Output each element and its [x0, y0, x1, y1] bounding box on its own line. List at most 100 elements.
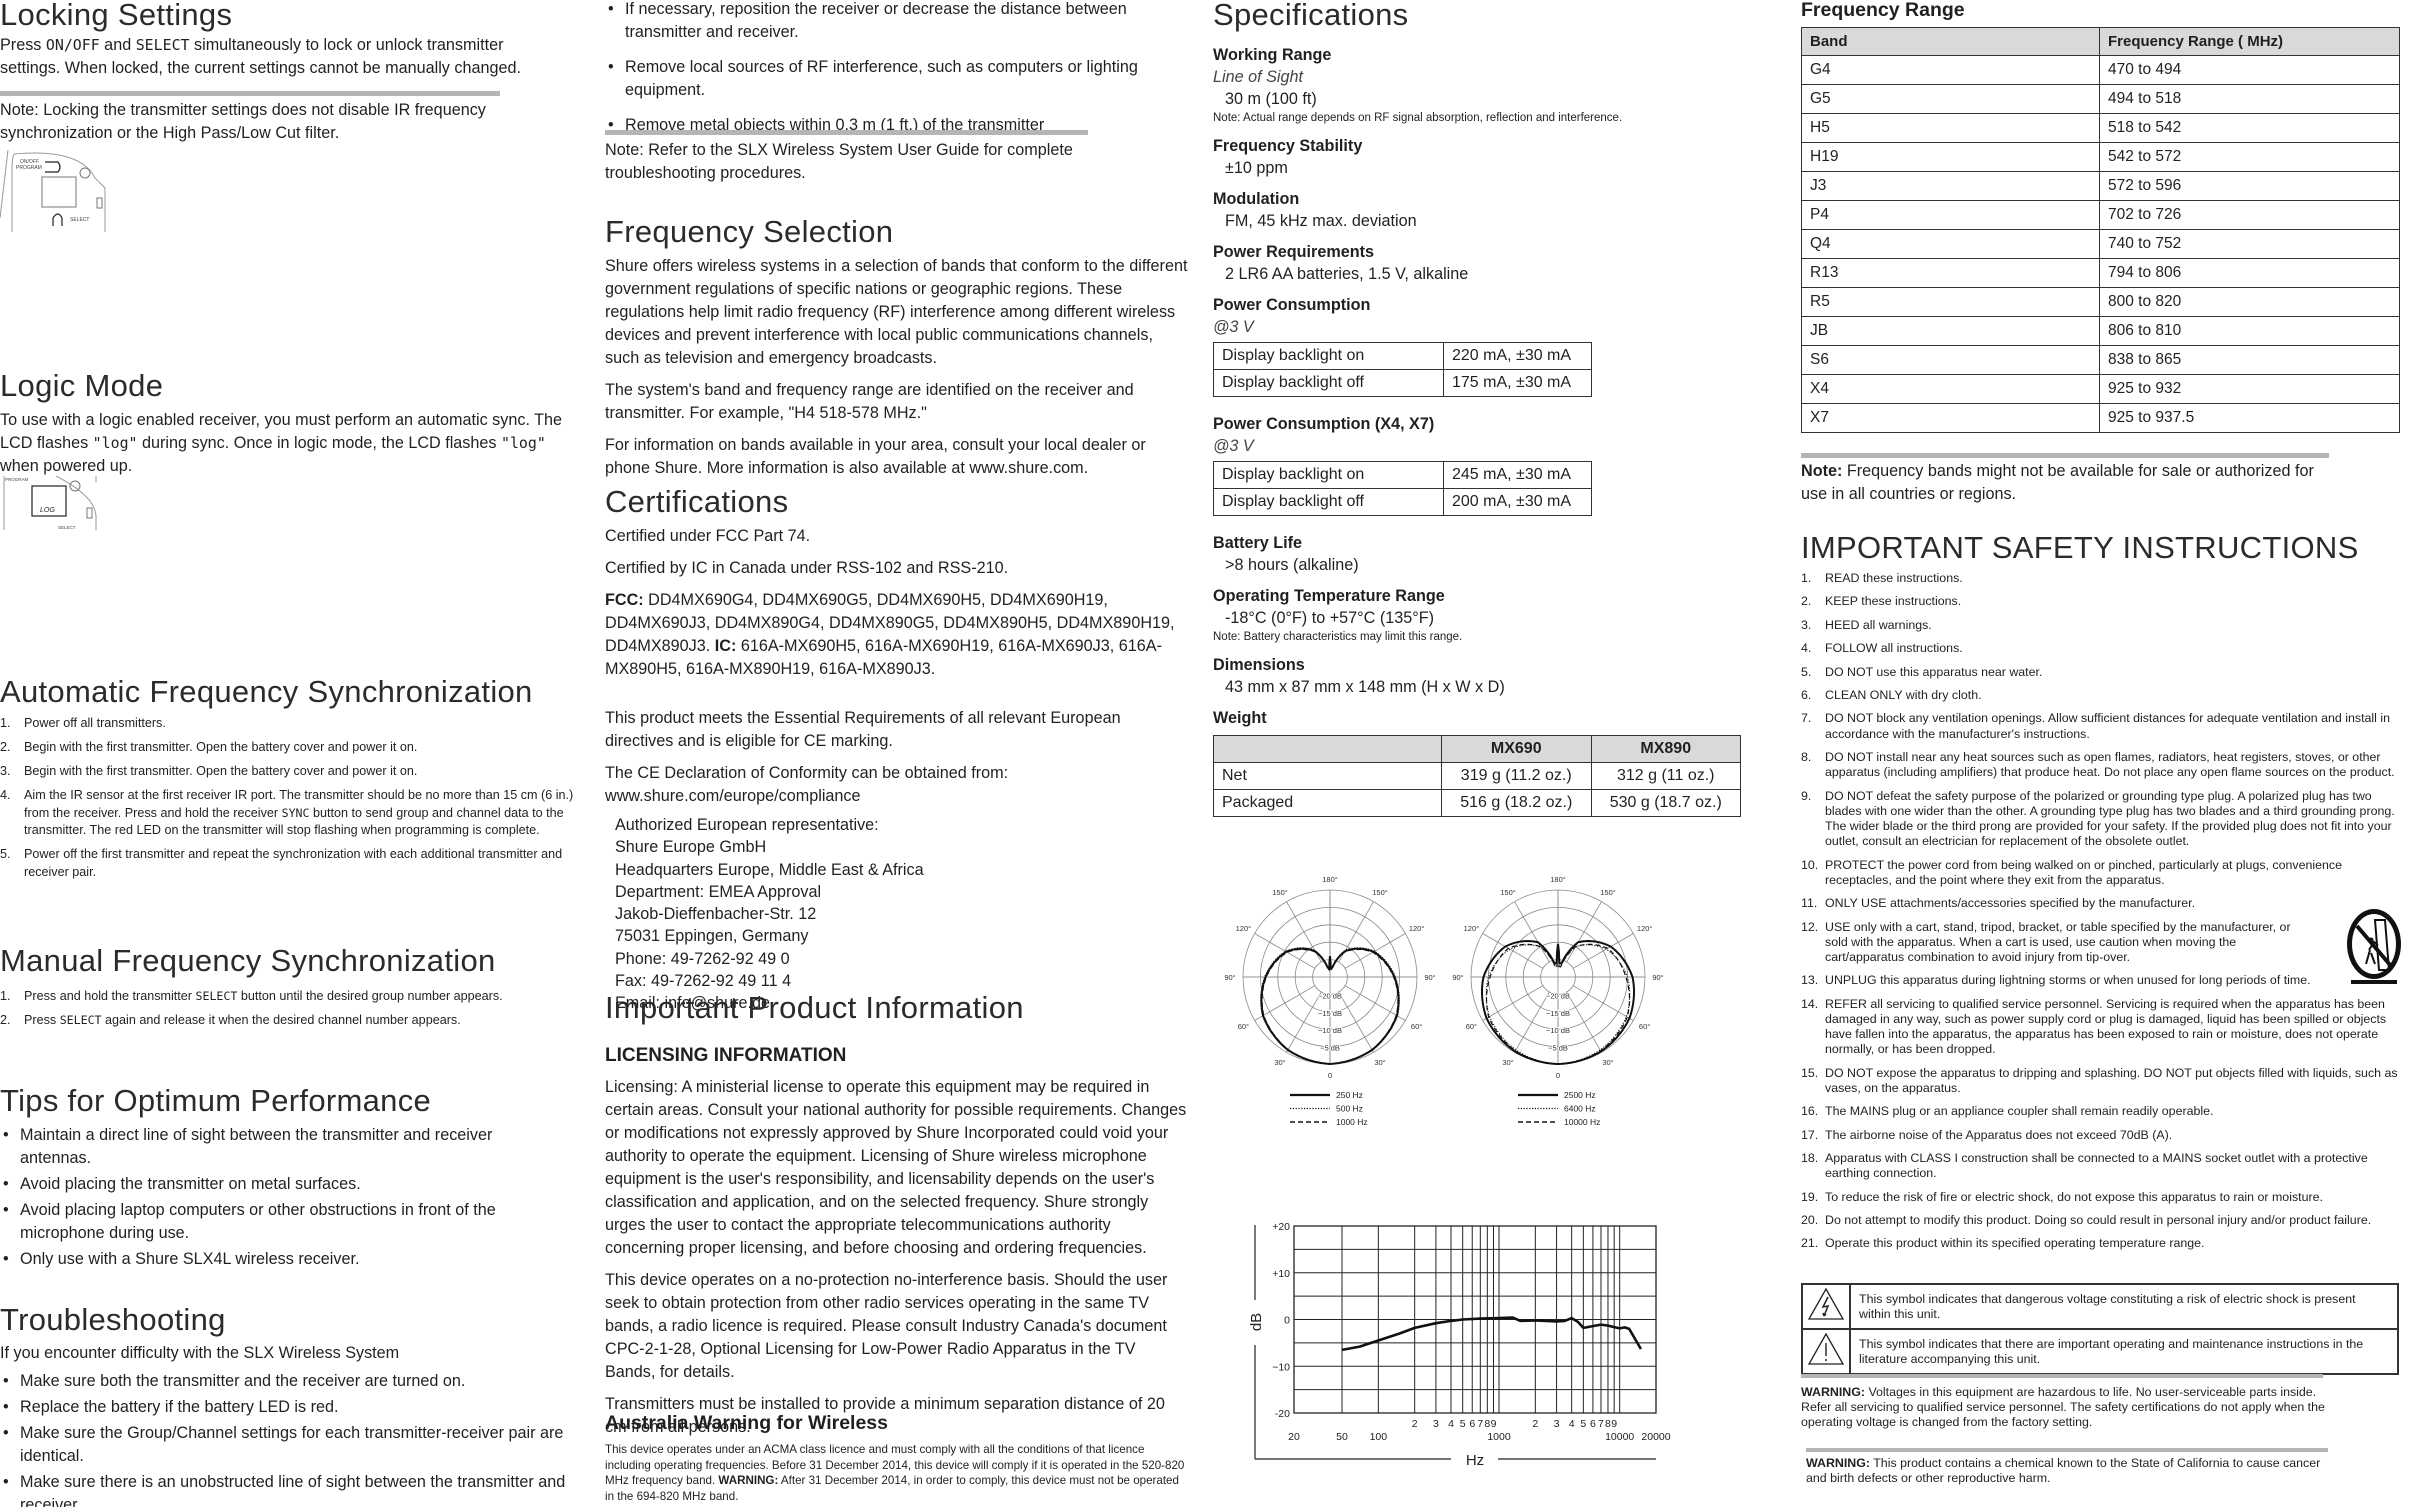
list-item: Make sure both the transmitter and the r…	[0, 1370, 595, 1393]
list-item: 2. Begin with the first transmitter. Open…	[0, 740, 418, 754]
certifications-heading: Certifications	[605, 484, 789, 519]
table-row: S6 838 to 865	[1801, 345, 2400, 375]
polar-angle-label: 60°	[1639, 1022, 1650, 1031]
polar-angle-label: 30°	[1274, 1058, 1285, 1067]
transmitter-log-illustration: PROGRAM LOG SELECT	[3, 476, 97, 530]
specifications-list: Working Range Line of Sight 30 m (100 ft…	[1213, 35, 1753, 817]
safety-instructions-list: 1. READ these instructions. 2. KEEP these i…	[1801, 571, 2406, 1260]
voltage-warning: WARNING: Voltages in this equipment are …	[1801, 1385, 2325, 1429]
svg-text:LOG: LOG	[40, 507, 55, 514]
table-row: H19 542 to 572	[1801, 142, 2400, 172]
list-item: 7. DO NOT block any ventilation openings.…	[1801, 711, 2391, 741]
list-item: 13. UNPLUG this apparatus during lightnin…	[1801, 973, 2311, 988]
table-row: H5 518 to 542	[1801, 113, 2400, 143]
list-item: Make sure there is an unobstructed line …	[0, 1471, 595, 1507]
list-item: 3. HEED all warnings.	[1801, 617, 1932, 632]
y-tick-label: −10	[1272, 1361, 1290, 1373]
svg-text:PROGRAM: PROGRAM	[16, 165, 42, 171]
x-minor-tick-label: 2	[1532, 1418, 1538, 1430]
x-minor-tick-label: 8	[1605, 1418, 1611, 1430]
polar-angle-label: 120°	[1637, 924, 1653, 933]
list-item: 14. REFER all servicing to qualified serv…	[1801, 996, 2387, 1057]
legend-label: 6400 Hz	[1564, 1104, 1596, 1114]
safety-heading: IMPORTANT SAFETY INSTRUCTIONS	[1801, 530, 2359, 565]
tips-heading: Tips for Optimum Performance	[0, 1083, 432, 1118]
polar-ring-label: −10 dB	[1318, 1026, 1342, 1035]
polar-angle-label: 0	[1328, 1071, 1332, 1080]
afs-steps: 1. Power off all transmitters. 2. Begin wi…	[0, 715, 585, 888]
table-row: This symbol indicates that dangerous vol…	[1801, 1283, 2399, 1330]
divider	[1801, 1374, 2323, 1378]
x-minor-tick-label: 5	[1460, 1418, 1466, 1430]
x-tick-label: 10000	[1605, 1431, 1634, 1443]
list-item: 17. The airborne noise of the Apparatus d…	[1801, 1127, 2173, 1142]
polar-spoke	[1254, 933, 1316, 969]
legend-label: 1000 Hz	[1336, 1117, 1368, 1127]
polar-spoke	[1566, 901, 1602, 963]
table-row: R5 800 to 820	[1801, 287, 2400, 317]
y-tick-label: +10	[1272, 1268, 1290, 1280]
list-item: 11. ONLY USE attachments/accessories spec…	[1801, 896, 2196, 911]
list-item: If necessary, reposition the receiver or…	[605, 0, 1160, 44]
x-minor-tick-label: 8	[1484, 1418, 1490, 1430]
legend-label: 10000 Hz	[1564, 1117, 1600, 1127]
table-row: J3 572 to 596	[1801, 171, 2400, 201]
transmitter-lock-illustration: ON/OFF PROGRAM SELECT	[0, 149, 106, 232]
table-row: MX690 MX890	[1213, 735, 1741, 763]
list-item: 18. Apparatus with CLASS I construction s…	[1801, 1151, 2368, 1181]
specifications-heading: Specifications	[1213, 0, 1409, 32]
list-item: 3. Begin with the first transmitter. Open…	[0, 764, 418, 778]
locking-note: Note: Locking the transmitter settings d…	[0, 101, 486, 142]
x-minor-tick-label: 3	[1433, 1418, 1439, 1430]
polar-angle-label: 30°	[1502, 1058, 1513, 1067]
list-item: 19. To reduce the risk of fire or electri…	[1801, 1189, 2323, 1204]
table-row: Display backlight on 220 mA, ±30 mA	[1213, 342, 1592, 370]
legend-label: 500 Hz	[1336, 1104, 1363, 1114]
polar-spoke	[1572, 985, 1634, 1021]
list-item: 9. DO NOT defeat the safety purpose of th…	[1801, 788, 2395, 849]
polar-spoke	[1286, 991, 1322, 1053]
licensing-heading: LICENSING INFORMATION	[605, 1045, 847, 1066]
list-item: 6. CLEAN ONLY with dry cloth.	[1801, 687, 1982, 702]
polar-angle-label: 150°	[1500, 888, 1516, 897]
polar-angle-label: 150°	[1372, 888, 1388, 897]
safety-symbols-table: This symbol indicates that dangerous vol…	[1801, 1283, 2399, 1375]
legend-label: 250 Hz	[1336, 1090, 1363, 1100]
table-row: X7 925 to 937.5	[1801, 403, 2400, 433]
x-minor-tick-label: 2	[1412, 1418, 1418, 1430]
x-minor-tick-label: 9	[1611, 1418, 1617, 1430]
table-row: Display backlight off 175 mA, ±30 mA	[1213, 369, 1592, 397]
x-tick-label: 20	[1288, 1431, 1300, 1443]
svg-text:PROGRAM: PROGRAM	[5, 477, 29, 482]
list-item: Only use with a Shure SLX4L wireless rec…	[0, 1248, 530, 1271]
important-product-info-heading: Important Product Information	[605, 990, 1024, 1025]
polar-angle-label: 60°	[1466, 1022, 1477, 1031]
mfs-heading: Manual Frequency Synchronization	[0, 943, 496, 978]
polar-ring-label: −15 dB	[1318, 1009, 1342, 1018]
list-item: 4. FOLLOW all instructions.	[1801, 641, 1963, 656]
electric-shock-warning-icon	[1807, 1287, 1845, 1320]
polar-spoke	[1514, 991, 1550, 1053]
x-tick-label: 100	[1370, 1431, 1388, 1443]
list-item: 5. Power off the first transmitter and re…	[0, 847, 563, 879]
polar-spoke	[1482, 933, 1544, 969]
polar-angle-label: 120°	[1236, 924, 1252, 933]
list-item: Avoid placing laptop computers or other …	[0, 1199, 530, 1245]
polar-spoke	[1572, 933, 1634, 969]
locking-settings-heading: Locking Settings	[0, 0, 233, 32]
frequency-selection-text: Shure offers wireless systems in a selec…	[605, 257, 1188, 477]
polar-angle-label: 150°	[1272, 888, 1288, 897]
locking-settings-text: Press ON/OFF and SELECT simultaneously t…	[0, 36, 522, 77]
x-tick-label: 50	[1336, 1431, 1348, 1443]
polar-angle-label: 120°	[1409, 924, 1425, 933]
x-axis-label: Hz	[1466, 1452, 1484, 1469]
troubleshooting-list-a: Make sure both the transmitter and the r…	[0, 1370, 595, 1507]
table-row: X4 925 to 932	[1801, 374, 2400, 404]
y-tick-label: +20	[1272, 1221, 1290, 1233]
x-tick-label: 20000	[1641, 1431, 1670, 1443]
logic-mode-heading: Logic Mode	[0, 368, 164, 403]
list-item: 10. PROTECT the power cord from being wal…	[1801, 857, 2343, 887]
polar-spoke	[1344, 933, 1406, 969]
x-minor-tick-label: 3	[1554, 1418, 1560, 1430]
list-item: Make sure the Group/Channel settings for…	[0, 1422, 595, 1468]
